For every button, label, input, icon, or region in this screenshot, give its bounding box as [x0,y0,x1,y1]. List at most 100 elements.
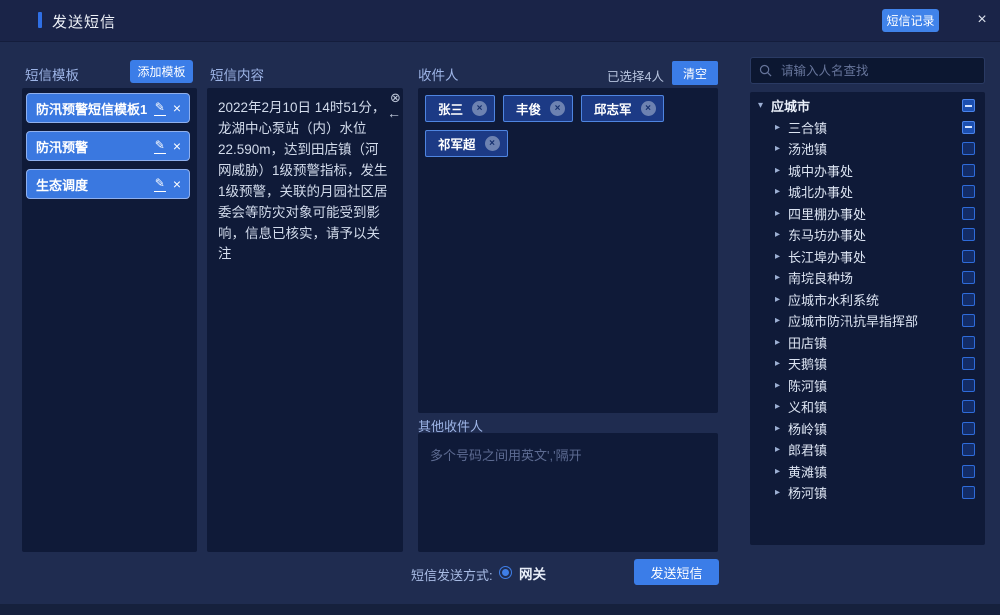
delete-icon[interactable]: × [173,138,181,154]
tree-node[interactable]: ▸长江埠办事处 [750,246,985,268]
caret-right-icon[interactable]: ▸ [775,401,788,412]
add-template-button[interactable]: 添加模板 [130,60,193,83]
tree-node[interactable]: ▸郎君镇 [750,439,985,461]
recipient-name: 祁军超 [438,134,476,153]
sms-content-input[interactable]: 2022年2月10日 14时51分，龙湖中心泵站（内）水位22.590m，达到田… [207,88,403,552]
people-search-input[interactable] [779,63,976,79]
title-accent-bar [38,12,42,28]
other-recipients-input[interactable] [418,433,718,552]
tree-node-checkbox[interactable] [962,99,975,112]
tree-node-root[interactable]: ▾应城市 [750,95,985,117]
tree-node-checkbox[interactable] [962,486,975,499]
tree-node[interactable]: ▸陈河镇 [750,375,985,397]
tree-node[interactable]: ▸东马坊办事处 [750,224,985,246]
remove-recipient-icon[interactable]: × [485,136,500,151]
caret-right-icon[interactable]: ▸ [775,337,788,348]
tree-node-checkbox[interactable] [962,271,975,284]
caret-right-icon[interactable]: ▸ [775,122,788,133]
delete-icon[interactable]: × [173,176,181,192]
tree-node-checkbox[interactable] [962,314,975,327]
tree-node-checkbox[interactable] [962,465,975,478]
tree-node-label: 陈河镇 [788,376,962,395]
tree-node[interactable]: ▸黄滩镇 [750,461,985,483]
tree-node-label: 应城市 [771,96,962,115]
edit-icon[interactable]: ✎ [154,138,166,154]
search-icon [759,64,772,77]
tree-node-checkbox[interactable] [962,336,975,349]
caret-right-icon[interactable]: ▸ [775,315,788,326]
caret-right-icon[interactable]: ▸ [775,294,788,305]
tree-node-checkbox[interactable] [962,121,975,134]
recipient-name: 丰俊 [516,99,541,118]
tree-node[interactable]: ▸城中办事处 [750,160,985,182]
remove-recipient-icon[interactable]: × [641,101,656,116]
tree-node-checkbox[interactable] [962,357,975,370]
template-name: 防汛预警 [36,137,154,156]
template-item[interactable]: 防汛预警短信模板1✎ × [26,93,190,123]
tree-node-checkbox[interactable] [962,164,975,177]
tree-node[interactable]: ▸汤池镇 [750,138,985,160]
recipient-name: 邱志军 [594,99,632,118]
tree-node-checkbox[interactable] [962,422,975,435]
delete-icon[interactable]: × [173,100,181,116]
sms-records-button[interactable]: 短信记录 [882,9,939,32]
caret-right-icon[interactable]: ▸ [775,143,788,154]
close-icon[interactable]: × [972,10,992,30]
sms-content-panel: 2022年2月10日 14时51分，龙湖中心泵站（内）水位22.590m，达到田… [207,88,403,552]
radio-dot [502,569,509,576]
tree-node-label: 田店镇 [788,333,962,352]
tree-node-label: 四里棚办事处 [788,204,962,223]
tree-node[interactable]: ▸应城市防汛抗旱指挥部 [750,310,985,332]
tree-node[interactable]: ▸义和镇 [750,396,985,418]
tree-node-checkbox[interactable] [962,228,975,241]
tree-node-checkbox[interactable] [962,443,975,456]
tree-node[interactable]: ▸应城市水利系统 [750,289,985,311]
caret-right-icon[interactable]: ▸ [775,229,788,240]
caret-right-icon[interactable]: ▸ [775,186,788,197]
caret-right-icon[interactable]: ▸ [775,165,788,176]
arrow-left-icon[interactable]: ← [387,105,401,121]
tree-node[interactable]: ▸天鹅镇 [750,353,985,375]
tree-node-checkbox[interactable] [962,400,975,413]
template-name: 生态调度 [36,175,154,194]
caret-right-icon[interactable]: ▸ [775,444,788,455]
tree-node[interactable]: ▸南垸良种场 [750,267,985,289]
tree-node-checkbox[interactable] [962,293,975,306]
clear-content-icon[interactable]: ⊗ [390,90,401,106]
send-sms-button[interactable]: 发送短信 [634,559,719,585]
tree-node-checkbox[interactable] [962,379,975,392]
tree-node-label: 长江埠办事处 [788,247,962,266]
caret-right-icon[interactable]: ▸ [775,423,788,434]
caret-right-icon[interactable]: ▸ [775,466,788,477]
caret-right-icon[interactable]: ▸ [775,208,788,219]
tree-node-label: 南垸良种场 [788,268,962,287]
caret-right-icon[interactable]: ▸ [775,487,788,498]
tree-node-checkbox[interactable] [962,207,975,220]
people-search-box[interactable] [750,57,985,84]
caret-right-icon[interactable]: ▸ [775,358,788,369]
gateway-radio[interactable] [499,566,512,579]
tree-node-checkbox[interactable] [962,142,975,155]
clear-recipients-button[interactable]: 清空 [672,61,718,85]
remove-recipient-icon[interactable]: × [550,101,565,116]
remove-recipient-icon[interactable]: × [472,101,487,116]
tree-node[interactable]: ▸田店镇 [750,332,985,354]
caret-down-icon[interactable]: ▾ [758,100,771,111]
template-item[interactable]: 防汛预警✎ × [26,131,190,161]
template-item[interactable]: 生态调度✎ × [26,169,190,199]
tree-node[interactable]: ▸四里棚办事处 [750,203,985,225]
caret-right-icon[interactable]: ▸ [775,272,788,283]
tree-node-checkbox[interactable] [962,250,975,263]
caret-right-icon[interactable]: ▸ [775,251,788,262]
tree-node-label: 东马坊办事处 [788,225,962,244]
tree-node-checkbox[interactable] [962,185,975,198]
template-name: 防汛预警短信模板1 [36,99,154,118]
edit-icon[interactable]: ✎ [154,176,166,192]
tree-node[interactable]: ▸杨河镇 [750,482,985,504]
tree-node[interactable]: ▸三合镇 [750,117,985,139]
tree-node[interactable]: ▸城北办事处 [750,181,985,203]
caret-right-icon[interactable]: ▸ [775,380,788,391]
tree-node[interactable]: ▸杨岭镇 [750,418,985,440]
templates-section-label: 短信模板 [25,64,79,84]
edit-icon[interactable]: ✎ [154,100,166,116]
